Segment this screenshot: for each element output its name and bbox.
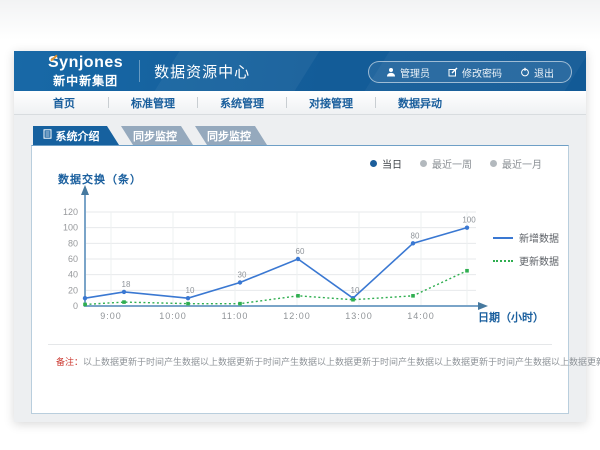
data-point	[238, 280, 242, 284]
data-point	[83, 296, 87, 300]
footer-note: 备注：以上数据更新于时间产生数据以上数据更新于时间产生数据以上数据更新于时间产生…	[56, 355, 600, 368]
data-point	[83, 303, 87, 307]
nav-item-data-change[interactable]: 数据异动	[376, 95, 464, 111]
legend-label: 更新数据	[519, 253, 559, 268]
x-tick-label: 10:00	[159, 311, 187, 321]
tab-label: 同步监控	[207, 128, 251, 144]
user-menu: 管理员 修改密码 退出	[368, 61, 572, 83]
filter-last-month[interactable]: 最近一月	[490, 156, 542, 171]
note-label: 备注：	[56, 357, 83, 367]
dotted-line-swatch	[493, 260, 513, 262]
y-tick-label: 0	[73, 301, 78, 311]
x-tick-label: 11:00	[222, 311, 249, 321]
chart-legend: 新增数据 更新数据	[493, 230, 559, 276]
admin-label: 管理员	[400, 65, 430, 80]
data-point	[238, 302, 242, 306]
tab-system-intro[interactable]: 系统介绍	[33, 126, 119, 145]
data-point-label: 80	[411, 231, 420, 240]
x-tick-label: 14:00	[407, 311, 435, 321]
legend-label: 新增数据	[519, 230, 559, 245]
admin-button[interactable]: 管理员	[377, 65, 439, 80]
tab-sync-monitor-1[interactable]: 同步监控	[121, 126, 193, 145]
time-range-filter: 当日 最近一周 最近一月	[370, 156, 542, 171]
solid-line-swatch	[493, 237, 513, 239]
data-point	[465, 269, 469, 273]
data-point	[122, 290, 126, 294]
y-axis-title: 数据交换（条）	[58, 171, 142, 187]
x-tick-label: 13:00	[345, 311, 373, 321]
y-tick-label: 60	[68, 254, 78, 264]
data-point-label: 30	[238, 271, 247, 280]
logout-label: 退出	[534, 65, 554, 80]
main-nav: 首页 标准管理 系统管理 对接管理 数据异动	[14, 91, 586, 115]
y-tick-label: 100	[63, 223, 78, 233]
nav-item-interface-mgmt[interactable]: 对接管理	[287, 95, 375, 111]
document-icon	[43, 129, 52, 142]
radio-icon	[490, 160, 497, 167]
y-tick-label: 40	[68, 270, 78, 280]
y-tick-label: 20	[68, 285, 78, 295]
legend-item-update-data[interactable]: 更新数据	[493, 253, 559, 268]
series-line-1	[85, 271, 467, 305]
data-point	[296, 294, 300, 298]
tab-label: 同步监控	[133, 128, 177, 144]
data-point-label: 60	[296, 247, 305, 256]
x-tick-label: 9:00	[100, 311, 122, 321]
x-tick-label: 12:00	[283, 311, 311, 321]
user-icon	[386, 67, 396, 77]
tab-bar: 系统介绍 同步监控 同步监控	[33, 126, 586, 145]
brand-name: Synjones	[48, 55, 123, 71]
data-point	[411, 241, 415, 245]
filter-last-week[interactable]: 最近一周	[420, 156, 472, 171]
header-divider	[139, 60, 140, 82]
edit-icon	[448, 67, 458, 77]
change-password-label: 修改密码	[462, 65, 502, 80]
data-point	[296, 257, 300, 261]
power-icon	[520, 67, 530, 77]
filter-label: 最近一月	[502, 156, 542, 171]
filter-today[interactable]: 当日	[370, 156, 402, 171]
page-title: 数据资源中心	[154, 61, 250, 82]
logout-button[interactable]: 退出	[511, 65, 563, 80]
filter-label: 当日	[382, 156, 402, 171]
radio-icon	[420, 160, 427, 167]
main-content: 系统介绍 同步监控 同步监控 当日 最近一周	[14, 126, 586, 433]
change-password-button[interactable]: 修改密码	[439, 65, 511, 80]
nav-item-system-mgmt[interactable]: 系统管理	[198, 95, 286, 111]
data-point	[122, 300, 126, 304]
data-point-label: 100	[462, 216, 476, 225]
x-axis-title: 日期（小时）	[478, 309, 544, 325]
data-point	[465, 225, 469, 229]
y-tick-label: 120	[63, 207, 78, 217]
tab-sync-monitor-2[interactable]: 同步监控	[195, 126, 267, 145]
data-point	[351, 298, 355, 302]
logo: Synjones 新中新集团	[48, 55, 123, 87]
header-bar: Synjones 新中新集团 数据资源中心 管理员 修改密码	[14, 51, 586, 91]
company-name: 新中新集团	[48, 75, 123, 87]
chart-panel: 当日 最近一周 最近一月 数据交换（条） 日期（小时） 0 20 40 60 80 100…	[31, 145, 569, 414]
legend-item-new-data[interactable]: 新增数据	[493, 230, 559, 245]
note-text: 以上数据更新于时间产生数据以上数据更新于时间产生数据以上数据更新于时间产生数据以…	[83, 357, 600, 367]
nav-item-home[interactable]: 首页	[20, 95, 108, 111]
data-point-label: 18	[122, 280, 131, 289]
y-tick-label: 80	[68, 238, 78, 248]
data-point	[186, 296, 190, 300]
app-window: Synjones 新中新集团 数据资源中心 管理员 修改密码	[14, 51, 586, 422]
data-point	[411, 294, 415, 298]
radio-selected-icon	[370, 160, 377, 167]
data-point-label: 10	[186, 286, 195, 295]
tab-label: 系统介绍	[56, 128, 100, 144]
filter-label: 最近一周	[432, 156, 472, 171]
data-point	[186, 302, 190, 306]
nav-item-standard-mgmt[interactable]: 标准管理	[109, 95, 197, 111]
data-point-label: 10	[351, 286, 360, 295]
